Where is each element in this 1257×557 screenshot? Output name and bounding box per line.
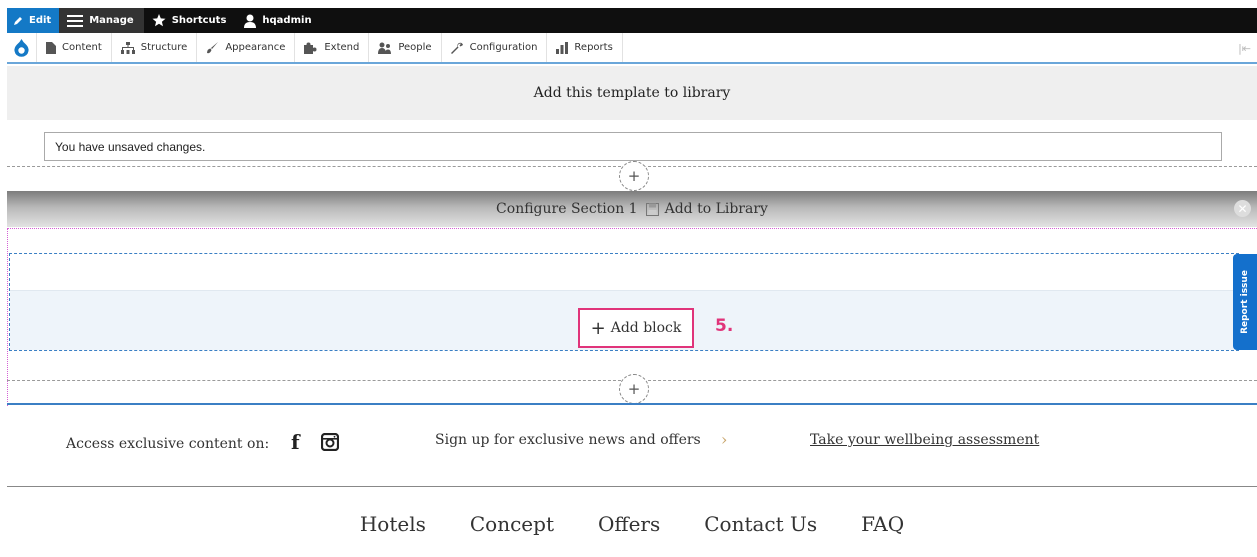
menu-item-configuration[interactable]: Configuration [442, 33, 548, 62]
add-block-button[interactable]: + Add block [578, 308, 694, 348]
puzzle-icon [304, 42, 318, 54]
menu-item-label: Appearance [225, 42, 286, 53]
signup-link[interactable]: Sign up for exclusive news and offers [435, 432, 701, 448]
report-issue-label: Report issue [1240, 270, 1250, 334]
menu-item-label: People [398, 42, 432, 53]
unsaved-changes-message: You have unsaved changes. [44, 132, 1222, 161]
footer-nav-concept[interactable]: Concept [470, 512, 554, 536]
access-content-text: Access exclusive content on: [66, 436, 270, 452]
menu-item-label: Reports [574, 42, 613, 53]
save-icon [645, 202, 659, 216]
menu-item-reports[interactable]: Reports [547, 33, 623, 62]
footer-nav-offers[interactable]: Offers [598, 512, 660, 536]
user-icon [244, 14, 257, 28]
page-frame: Edit Manage Shortcuts hqadmin Content St… [7, 8, 1257, 557]
menu-item-appearance[interactable]: Appearance [197, 33, 296, 62]
shortcuts-button[interactable]: Shortcuts [144, 8, 237, 33]
menu-item-label: Extend [324, 42, 360, 53]
instagram-icon[interactable] [320, 432, 340, 455]
add-template-to-library-button[interactable]: Add this template to library [7, 66, 1257, 120]
edit-label: Edit [29, 15, 52, 26]
menu-item-structure[interactable]: Structure [112, 33, 198, 62]
manage-label: Manage [89, 15, 134, 26]
star-icon [152, 14, 166, 27]
region-block-area: + Add block 5. [10, 290, 1238, 350]
drupal-logo-icon[interactable] [7, 33, 37, 62]
add-section-button-bottom[interactable]: + [619, 374, 649, 404]
add-section-button-top[interactable]: + [619, 161, 649, 191]
add-block-label: Add block [610, 320, 682, 336]
wrench-icon [450, 42, 464, 54]
hamburger-icon [67, 14, 84, 27]
content-divider [7, 403, 1257, 405]
shortcuts-label: Shortcuts [171, 15, 227, 26]
menu-item-label: Structure [140, 42, 188, 53]
chevron-right-icon: › [721, 430, 728, 449]
add-to-library-link[interactable]: Add to Library [665, 201, 768, 217]
menu-item-extend[interactable]: Extend [295, 33, 370, 62]
footer-nav-faq[interactable]: FAQ [861, 512, 904, 536]
menu-item-people[interactable]: People [369, 33, 442, 62]
configure-section-link[interactable]: Configure Section 1 [496, 201, 638, 217]
facebook-icon[interactable]: f [291, 430, 300, 454]
admin-toolbar: Edit Manage Shortcuts hqadmin [7, 8, 1257, 33]
library-bar-label: Add this template to library [533, 85, 731, 101]
paintbrush-icon [206, 41, 219, 54]
edit-button[interactable]: Edit [7, 8, 60, 33]
footer-social-row: Access exclusive content on: f Sign up f… [7, 406, 1257, 486]
user-menu-button[interactable]: hqadmin [236, 8, 321, 33]
wellbeing-assessment-link[interactable]: Take your wellbeing assessment [810, 432, 1039, 448]
manage-button[interactable]: Manage [59, 8, 144, 33]
footer-divider [7, 486, 1257, 487]
menu-item-label: Configuration [469, 42, 538, 53]
user-label: hqadmin [262, 15, 312, 26]
report-issue-tab[interactable]: Report issue [1233, 254, 1257, 350]
footer-nav-hotels[interactable]: Hotels [360, 512, 426, 536]
people-icon [378, 42, 392, 54]
bar-chart-icon [556, 41, 569, 54]
configure-section-bar: Configure Section 1 Add to Library ✕ [7, 191, 1257, 227]
close-icon[interactable]: ✕ [1234, 200, 1251, 217]
document-icon [46, 41, 56, 54]
step-marker: 5. [715, 316, 734, 336]
sitemap-icon [120, 41, 135, 54]
footer-nav: Hotels Concept Offers Contact Us FAQ [7, 512, 1257, 536]
admin-menu: Content Structure Appearance Extend Peop… [7, 33, 1257, 64]
menu-item-label: Content [62, 42, 102, 53]
collapse-toolbar-icon[interactable]: |⇤ [1238, 42, 1251, 55]
plus-icon: + [590, 317, 606, 339]
footer-nav-contact-us[interactable]: Contact Us [704, 512, 817, 536]
menu-item-content[interactable]: Content [37, 33, 112, 62]
layout-region: + Add block 5. [9, 253, 1239, 351]
pencil-icon [13, 16, 23, 26]
section-outline [7, 228, 1257, 229]
